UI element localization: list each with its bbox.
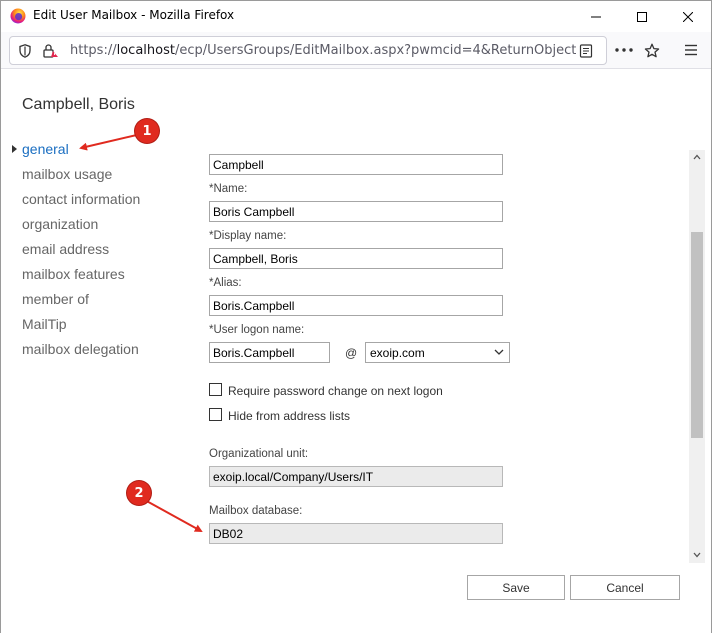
sidebar-item-contact-information[interactable]: contact information xyxy=(22,191,140,207)
page-content: Campbell, Boris general mailbox usage co… xyxy=(1,70,711,633)
name-label: *Name: xyxy=(209,183,248,195)
sidebar-item-general[interactable]: general xyxy=(22,141,69,157)
require-password-change-label: Require password change on next logon xyxy=(228,384,443,398)
at-sign: @ xyxy=(345,346,358,360)
scroll-down-icon[interactable] xyxy=(692,550,702,560)
domain-select-value: exoip.com xyxy=(370,346,425,360)
sidebar-item-mailbox-delegation[interactable]: mailbox delegation xyxy=(22,341,139,357)
url-bar[interactable]: https://localhost/ecp/UsersGroups/EditMa… xyxy=(9,36,607,65)
url-path: /ecp/UsersGroups/EditMailbox.aspx?pwmcid… xyxy=(174,43,576,58)
hide-from-address-lists-checkbox[interactable] xyxy=(209,408,222,421)
hide-from-address-lists-label: Hide from address lists xyxy=(228,409,351,423)
logon-name-label: *User logon name: xyxy=(209,324,305,336)
url-scheme: https:// xyxy=(70,43,117,58)
reader-view-icon[interactable] xyxy=(578,43,594,59)
mailbox-database-label: Mailbox database: xyxy=(209,505,303,517)
sidebar-item-organization[interactable]: organization xyxy=(22,216,98,232)
minimize-icon xyxy=(591,16,601,17)
domain-select[interactable]: exoip.com xyxy=(365,342,510,363)
alias-field[interactable]: Boris.Campbell xyxy=(209,295,503,316)
bookmark-star-icon[interactable] xyxy=(643,42,661,60)
maximize-icon xyxy=(637,11,647,22)
hamburger-menu-icon[interactable] xyxy=(683,43,699,57)
display-name-field[interactable]: Campbell, Boris xyxy=(209,248,503,269)
chevron-down-icon xyxy=(494,349,504,355)
display-name-label: *Display name: xyxy=(209,230,287,242)
close-window-button[interactable] xyxy=(665,1,711,32)
sidebar-item-mailtip[interactable]: MailTip xyxy=(22,316,67,332)
sidebar-item-member-of[interactable]: member of xyxy=(22,291,89,307)
save-button[interactable]: Save xyxy=(467,575,565,600)
scrollbar-thumb[interactable] xyxy=(691,232,703,438)
annotation-badge-2: 2 xyxy=(127,481,151,505)
name-field[interactable]: Boris Campbell xyxy=(209,201,503,222)
insecure-lock-icon[interactable] xyxy=(42,43,60,59)
cancel-button[interactable]: Cancel xyxy=(570,575,680,600)
logon-name-field[interactable]: Boris.Campbell xyxy=(209,342,330,363)
organizational-unit-field: exoip.local/Company/Users/IT xyxy=(209,466,503,487)
browser-window: Edit User Mailbox - Mozilla Firefox http… xyxy=(0,0,712,633)
shield-icon[interactable] xyxy=(18,43,32,59)
sidebar-item-mailbox-features[interactable]: mailbox features xyxy=(22,266,125,282)
last-name-field[interactable]: Campbell xyxy=(209,154,503,175)
page-title: Campbell, Boris xyxy=(22,96,135,113)
maximize-button[interactable] xyxy=(619,1,665,32)
close-icon xyxy=(683,11,693,22)
organizational-unit-label: Organizational unit: xyxy=(209,448,309,460)
vertical-scrollbar[interactable] xyxy=(689,150,705,563)
window-title: Edit User Mailbox - Mozilla Firefox xyxy=(33,8,235,22)
sidebar-item-mailbox-usage[interactable]: mailbox usage xyxy=(22,166,112,182)
alias-label: *Alias: xyxy=(209,277,242,289)
title-bar: Edit User Mailbox - Mozilla Firefox xyxy=(1,1,711,32)
url-host: localhost xyxy=(116,43,175,58)
mailbox-database-field: DB02 xyxy=(209,523,503,544)
minimize-button[interactable] xyxy=(573,1,619,32)
require-password-change-checkbox[interactable] xyxy=(209,383,222,396)
firefox-logo-icon xyxy=(10,8,26,24)
selected-caret-icon xyxy=(12,145,17,153)
more-actions-icon[interactable] xyxy=(615,43,633,57)
scroll-up-icon[interactable] xyxy=(692,152,702,162)
sidebar-item-email-address[interactable]: email address xyxy=(22,241,109,257)
url-text[interactable]: https://localhost/ecp/UsersGroups/EditMa… xyxy=(70,43,576,58)
annotation-badge-1: 1 xyxy=(135,119,159,143)
navigation-bar: https://localhost/ecp/UsersGroups/EditMa… xyxy=(1,32,711,69)
